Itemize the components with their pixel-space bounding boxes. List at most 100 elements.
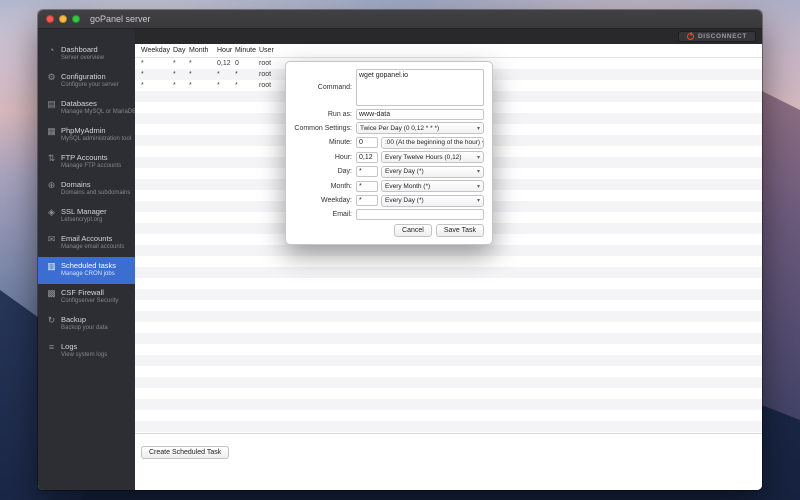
- edit-task-dialog: Command: wget gopanel.io Run as: Common …: [285, 61, 493, 245]
- sidebar-item-phpmyadmin[interactable]: ▦ PhpMyAdmin MySQL administration tool: [38, 122, 135, 149]
- cell-weekday: *: [141, 82, 144, 89]
- globe-icon: ⊕: [47, 180, 56, 190]
- sidebar-item-email-accounts[interactable]: ✉ Email Accounts Manage email accounts: [38, 230, 135, 257]
- sidebar-item-scheduled-tasks[interactable]: ▥ Scheduled tasks Manage CRON jobs: [38, 257, 135, 284]
- sidebar-item-sub: Configure your server: [61, 82, 119, 88]
- chevron-down-icon: ▾: [476, 183, 480, 190]
- hour-select[interactable]: Every Twelve Hours (0,12) ▾: [381, 151, 484, 163]
- day-input[interactable]: [356, 166, 378, 177]
- sidebar-item-sub: Letsencrypt.org: [61, 217, 103, 223]
- cell-hour: *: [217, 82, 220, 89]
- weekday-label: Weekday:: [321, 197, 352, 204]
- sidebar-item-label: SSL Manager: [61, 207, 107, 216]
- desktop-wallpaper: goPanel server ◔ Dashboard Server overvie…: [0, 0, 800, 500]
- minute-select[interactable]: :00 (At the beginning of the hour)▾: [381, 136, 484, 149]
- close-button[interactable]: [46, 15, 54, 23]
- chevron-down-icon: ▾: [476, 154, 480, 161]
- cell-month: *: [189, 60, 192, 67]
- sidebar-item-sub: Manage email accounts: [61, 244, 125, 250]
- sidebar-item-domains[interactable]: ⊕ Domains Domains and subdomains: [38, 176, 135, 203]
- minimize-button[interactable]: [59, 15, 67, 23]
- weekday-input[interactable]: [356, 195, 378, 206]
- disconnect-label: DISCONNECT: [698, 33, 747, 40]
- save-task-button[interactable]: Save Task: [435, 224, 484, 237]
- firewall-icon: ▩: [47, 288, 56, 298]
- transfer-icon: ⇅: [47, 153, 56, 163]
- column-header-hour: Hour: [217, 47, 233, 54]
- cell-day: *: [173, 71, 176, 78]
- sidebar-item-label: FTP Accounts: [61, 153, 108, 162]
- sidebar-item-label: Dashboard: [61, 45, 98, 54]
- table-footer: Create Scheduled Task: [135, 433, 762, 490]
- email-input[interactable]: [356, 209, 484, 220]
- chevron-down-icon: ▾: [476, 125, 480, 132]
- month-label: Month:: [330, 182, 352, 190]
- sidebar-item-ftp-accounts[interactable]: ⇅ FTP Accounts Manage FTP accounts: [38, 149, 135, 176]
- sidebar-item-label: Databases: [61, 99, 97, 108]
- minute-input[interactable]: [356, 137, 378, 148]
- minute-label: Minute:: [329, 139, 352, 146]
- cell-hour: *: [217, 71, 220, 78]
- gear-icon: ⚙: [47, 72, 56, 82]
- common-settings-value: Twice Per Day (0 0,12 * * *): [360, 124, 440, 132]
- phpmyadmin-icon: ▦: [47, 126, 56, 136]
- cell-month: *: [189, 82, 192, 89]
- sidebar-item-csf-firewall[interactable]: ▩ CSF Firewall Configserver Security: [38, 284, 135, 311]
- sidebar-item-sub: View system logs: [61, 352, 108, 358]
- sidebar-item-dashboard[interactable]: ◔ Dashboard Server overview: [38, 41, 135, 68]
- sidebar-item-configuration[interactable]: ⚙ Configuration Configure your server: [38, 68, 135, 95]
- cell-minute: 0: [235, 60, 239, 67]
- sidebar-item-label: Backup: [61, 315, 87, 324]
- sidebar-item-sub: Configserver Security: [61, 298, 119, 304]
- day-option: Every Day (*): [385, 168, 424, 175]
- cell-hour: 0,12: [217, 60, 231, 67]
- dashboard-icon: ◔: [48, 45, 55, 55]
- title-bar: goPanel server: [38, 10, 762, 29]
- logs-icon: ≡: [48, 342, 55, 352]
- cell-weekday: *: [141, 60, 144, 67]
- sidebar-item-sub: Domains and subdomains: [61, 190, 131, 196]
- disconnect-button[interactable]: DISCONNECT: [678, 31, 756, 42]
- sidebar-item-databases[interactable]: ▤ Databases Manage MySQL or MariaDB: [38, 95, 135, 122]
- hour-input[interactable]: [356, 151, 378, 163]
- calendar-icon: ▥: [47, 261, 56, 271]
- database-icon: ▤: [47, 99, 56, 109]
- lock-icon: ◈: [48, 207, 55, 217]
- sidebar-item-logs[interactable]: ≡ Logs View system logs: [38, 338, 135, 365]
- common-settings-select[interactable]: Twice Per Day (0 0,12 * * *) ▾: [356, 122, 484, 134]
- sidebar-item-label: Email Accounts: [61, 234, 113, 243]
- content-toolbar: DISCONNECT: [135, 29, 762, 44]
- month-input[interactable]: [356, 180, 378, 192]
- sidebar-item-label: CSF Firewall: [61, 288, 104, 297]
- zoom-button[interactable]: [72, 15, 80, 23]
- sidebar-item-backup[interactable]: ↻ Backup Backup your data: [38, 311, 135, 338]
- sidebar-item-sub: MySQL administration tool: [61, 136, 132, 142]
- chevron-down-icon: ▾: [480, 139, 483, 146]
- day-select[interactable]: Every Day (*) ▾: [381, 165, 484, 178]
- sidebar-item-ssl-manager[interactable]: ◈ SSL Manager Letsencrypt.org: [38, 203, 135, 230]
- sidebar-item-sub: Manage FTP accounts: [61, 163, 122, 169]
- day-label: Day:: [337, 168, 352, 175]
- sidebar: ◔ Dashboard Server overview ⚙ Configurati…: [38, 29, 135, 490]
- command-textarea[interactable]: wget gopanel.io: [356, 69, 484, 106]
- cell-month: *: [189, 71, 192, 78]
- sidebar-item-label: PhpMyAdmin: [61, 126, 106, 135]
- hour-label: Hour:: [334, 153, 352, 161]
- run-as-label: Run as:: [327, 110, 352, 118]
- cancel-button[interactable]: Cancel: [394, 224, 432, 237]
- sidebar-item-sub: Backup your data: [61, 325, 108, 331]
- cell-minute: *: [235, 82, 238, 89]
- month-option: Every Month (*): [385, 182, 431, 190]
- backup-icon: ↻: [47, 315, 56, 325]
- chevron-down-icon: ▾: [476, 198, 480, 204]
- run-as-input[interactable]: [356, 108, 484, 120]
- cell-day: *: [173, 82, 176, 89]
- month-select[interactable]: Every Month (*) ▾: [381, 180, 484, 192]
- cell-minute: *: [235, 71, 238, 78]
- weekday-option: Every Day (*): [385, 197, 424, 204]
- create-scheduled-task-button[interactable]: Create Scheduled Task: [141, 446, 230, 459]
- chevron-down-icon: ▾: [476, 169, 480, 175]
- weekday-select[interactable]: Every Day (*) ▾: [381, 194, 484, 207]
- sidebar-item-sub: Manage CRON jobs: [61, 271, 115, 277]
- window-title: goPanel server: [90, 14, 151, 24]
